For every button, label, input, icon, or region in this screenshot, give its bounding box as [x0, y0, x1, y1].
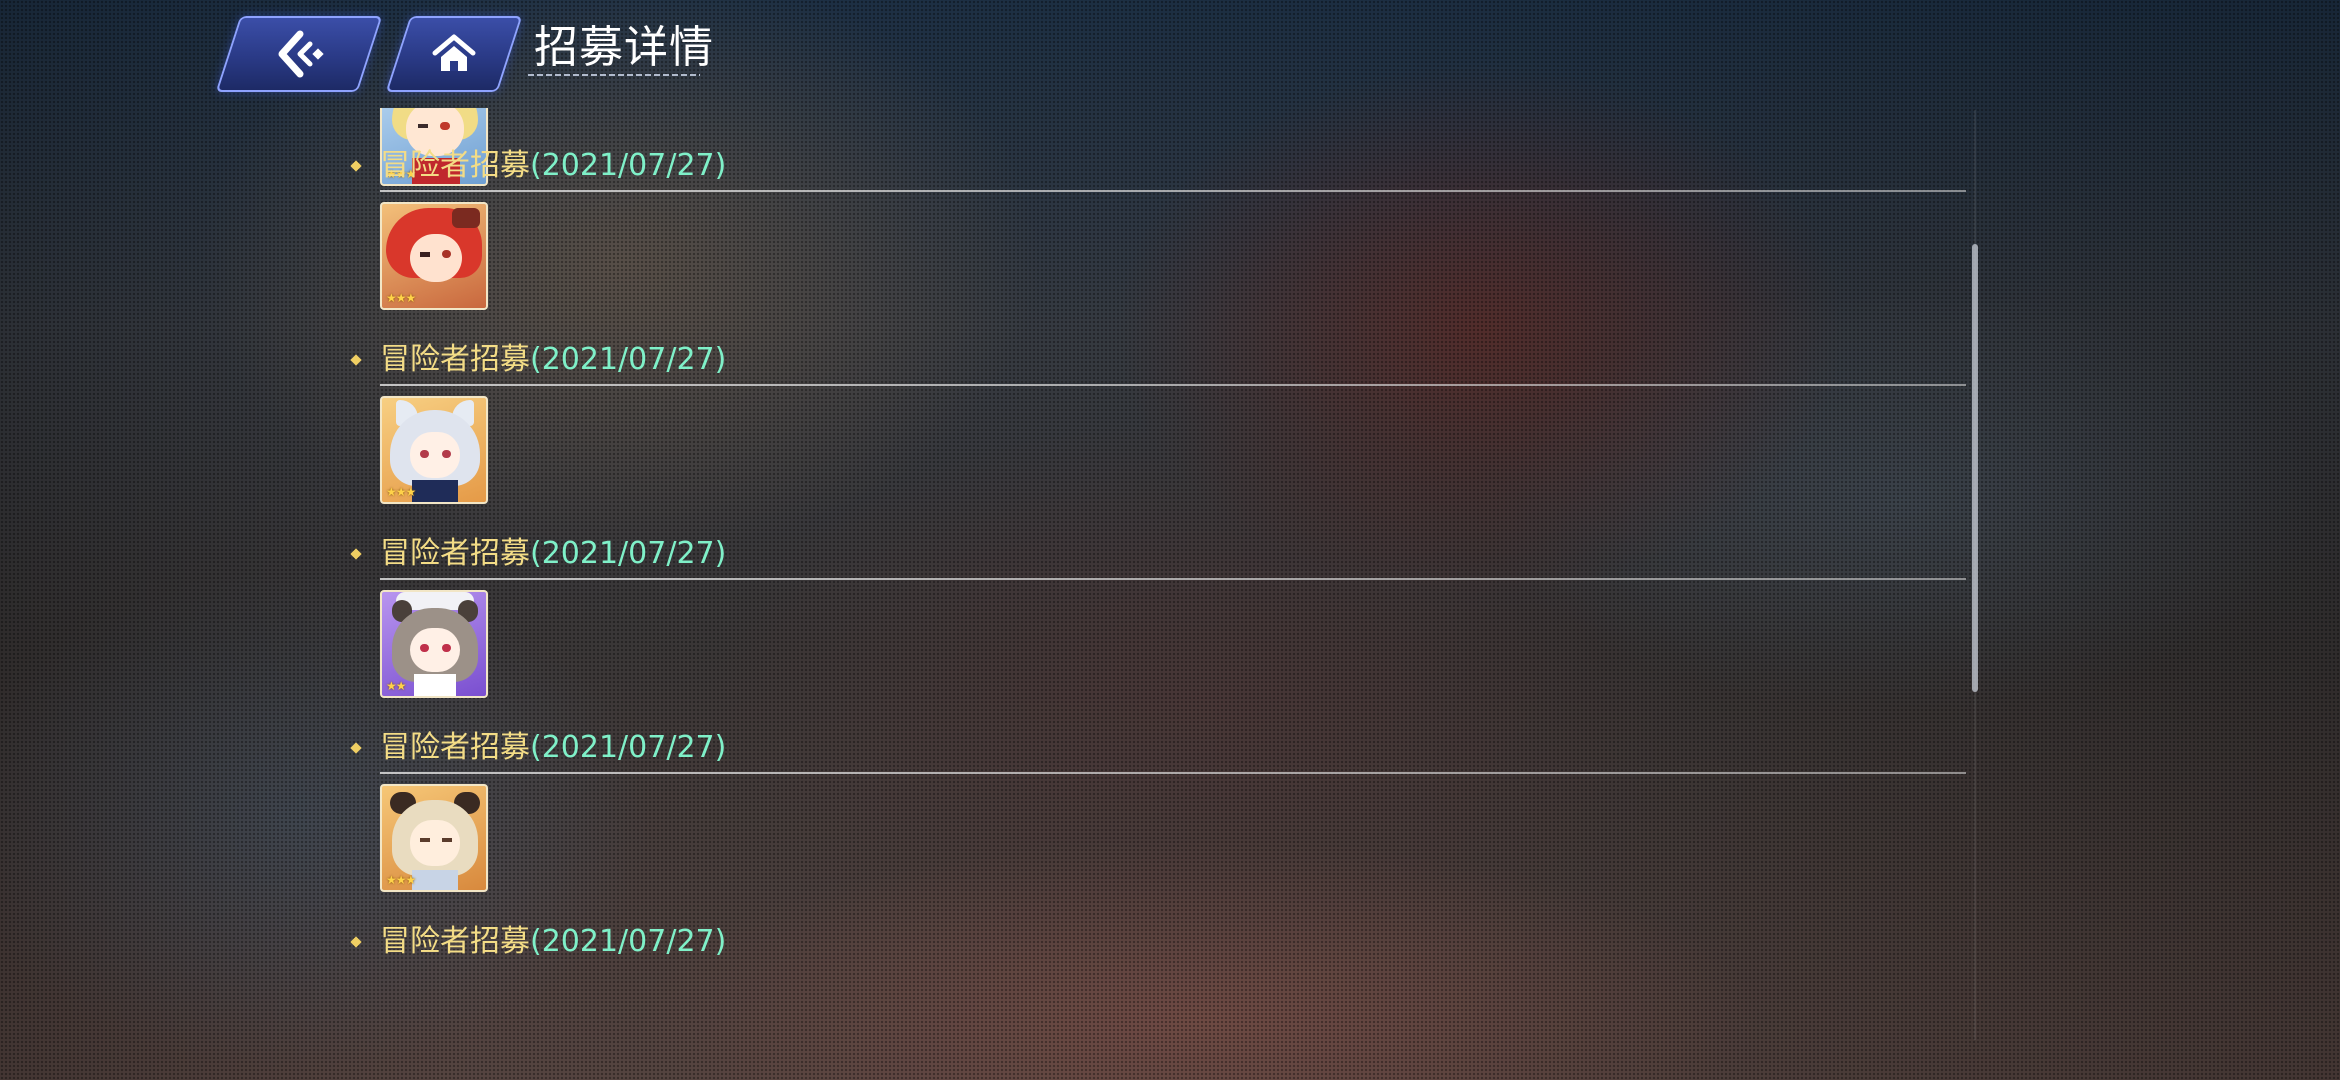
- list-item: 冒险者招募(2021/07/27) ★★: [330, 532, 1970, 726]
- diamond-bullet-icon: [350, 354, 362, 366]
- back-button[interactable]: [215, 16, 383, 92]
- divider: [380, 578, 1966, 580]
- diamond-bullet-icon: [350, 742, 362, 754]
- entry-header: 冒险者招募(2021/07/27): [330, 338, 1970, 386]
- hero-portrait[interactable]: ★★: [380, 590, 488, 698]
- entry-title: 冒险者招募(2021/07/27): [380, 924, 727, 959]
- entry-title: 冒险者招募(2021/07/27): [380, 148, 727, 183]
- hero-portrait[interactable]: ★★★: [380, 202, 488, 310]
- entry-header: 冒险者招募(2021/07/27): [330, 532, 1970, 580]
- entry-title: 冒险者招募(2021/07/27): [380, 730, 727, 765]
- diamond-bullet-icon: [350, 936, 362, 948]
- entry-title: 冒险者招募(2021/07/27): [380, 342, 727, 377]
- diamond-bullet-icon: [350, 160, 362, 172]
- entry-header: 冒险者招募(2021/07/27): [330, 144, 1970, 192]
- page-title: 招募详情: [534, 22, 714, 73]
- diamond-bullet-icon: [350, 548, 362, 560]
- hero-portrait[interactable]: ★★★: [380, 784, 488, 892]
- home-button[interactable]: [385, 16, 523, 92]
- entry-title: 冒险者招募(2021/07/27): [380, 536, 727, 571]
- back-arrow-icon: [278, 30, 324, 78]
- title-underline: [528, 74, 700, 76]
- divider: [380, 384, 1966, 386]
- divider: [380, 772, 1966, 774]
- scrollbar[interactable]: [1972, 244, 1978, 692]
- list-item: 冒险者招募(2021/07/27) ★★★: [330, 726, 1970, 920]
- entry-header: 冒险者招募(2021/07/27): [330, 920, 1970, 964]
- home-icon: [432, 34, 476, 71]
- list-item: 冒险者招募(2021/07/27) ★★★: [330, 144, 1970, 338]
- hero-portrait[interactable]: ★★★: [380, 396, 488, 504]
- recruit-history-list[interactable]: ★★★ 冒险者招募(2021/07/27) ★★★ 冒险者招募(2021/07/…: [330, 108, 1970, 1080]
- list-item: 冒险者招募(2021/07/27) ★★★: [330, 338, 1970, 532]
- divider: [380, 190, 1966, 192]
- list-item: 冒险者招募(2021/07/27): [330, 920, 1970, 1080]
- entry-header: 冒险者招募(2021/07/27): [330, 726, 1970, 774]
